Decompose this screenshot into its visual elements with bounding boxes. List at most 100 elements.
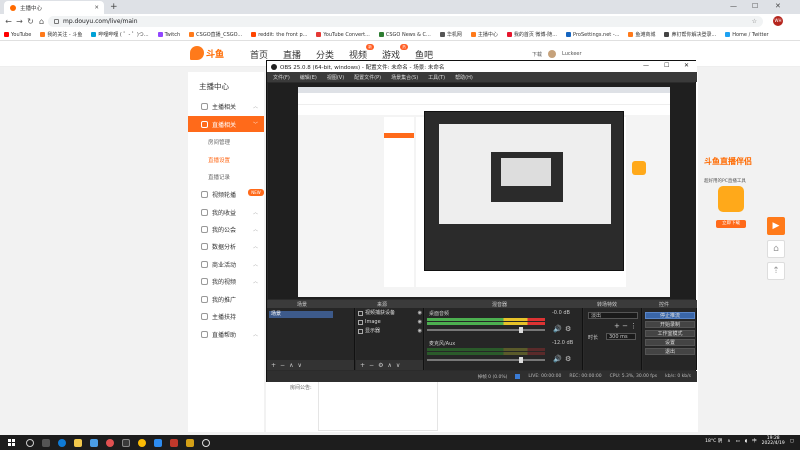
bookmark-item[interactable]: CSGO直播_CSGO... xyxy=(189,31,242,38)
remove-icon[interactable]: − xyxy=(369,362,374,369)
maximize-icon[interactable]: ☐ xyxy=(752,2,758,10)
search-icon[interactable] xyxy=(26,438,34,447)
sidebar-item-help[interactable]: 直播帮助 ︿ xyxy=(188,326,264,342)
obs-preview[interactable] xyxy=(268,83,696,299)
bookmark-item[interactable]: 鼻钉帮你解决登录... xyxy=(664,31,716,38)
menu-file[interactable]: 文件(F) xyxy=(273,74,290,81)
chrome-icon[interactable] xyxy=(138,438,146,447)
menu-tools[interactable]: 工具(T) xyxy=(428,74,445,81)
eye-icon[interactable]: ◉ xyxy=(418,319,422,326)
volume-knob[interactable] xyxy=(519,357,523,363)
app-icon[interactable] xyxy=(170,438,178,447)
clock[interactable]: 19:28 2022/4/19 xyxy=(762,436,785,446)
bookmark-item[interactable]: 我的关注 - 斗鱼 xyxy=(40,31,82,38)
sidebar-sub-room[interactable]: 房间管理 xyxy=(208,138,230,146)
obs-maximize-icon[interactable]: ☐ xyxy=(664,62,669,69)
bookmark-item[interactable]: 哔哩哔哩 ( ゜- ゜)つ... xyxy=(91,31,149,38)
bookmark-item[interactable]: 主播中心 xyxy=(470,31,498,38)
move-down-icon[interactable]: ∨ xyxy=(297,362,301,369)
source-item[interactable]: 显示器 ◉ xyxy=(358,328,422,335)
home-icon[interactable]: ⌂ xyxy=(36,17,47,26)
live-float-icon[interactable]: ▶ xyxy=(767,217,785,235)
add-icon[interactable]: + xyxy=(271,362,276,369)
task-view-icon[interactable] xyxy=(42,438,50,447)
sidebar-item-live[interactable]: 直播相关 ﹀ xyxy=(188,116,264,132)
address-bar[interactable]: mp.douyu.com/live/main ☆ xyxy=(48,16,763,27)
obs-taskbar-icon[interactable] xyxy=(202,438,210,447)
volume-slider[interactable] xyxy=(427,359,545,361)
new-tab-icon[interactable]: + xyxy=(110,2,118,12)
game-icon[interactable] xyxy=(186,438,194,447)
bookmark-item[interactable]: YouTube Convert... xyxy=(316,32,370,38)
stop-streaming-button[interactable]: 停止推流 xyxy=(645,312,695,319)
companion-promo[interactable]: 斗鱼直播伴侣 超好用的PC直播工具 立即下载 xyxy=(700,150,760,230)
username[interactable]: Luckeer xyxy=(562,51,582,57)
volume-slider[interactable] xyxy=(427,329,545,331)
source-item[interactable]: Image ◉ xyxy=(358,319,422,326)
minimize-icon[interactable]: — xyxy=(730,2,737,10)
menu-help[interactable]: 帮助(H) xyxy=(455,74,473,81)
volume-icon[interactable]: ◖ xyxy=(745,439,747,444)
bookmark-star-icon[interactable]: ☆ xyxy=(752,18,757,25)
sidebar-sub-records[interactable]: 直播记录 xyxy=(208,173,230,181)
steam-icon[interactable] xyxy=(122,438,130,447)
forward-icon[interactable]: → xyxy=(14,17,25,26)
reload-icon[interactable]: ↻ xyxy=(25,17,36,26)
windows-start-icon[interactable] xyxy=(4,436,18,450)
bookmark-item[interactable]: 鱼滩商城 xyxy=(628,31,655,38)
bookmark-item[interactable]: 华机网 xyxy=(439,31,462,38)
netease-music-icon[interactable] xyxy=(106,438,114,447)
speaker-icon[interactable]: 🔊 xyxy=(553,355,562,363)
mail-icon[interactable] xyxy=(90,438,98,447)
bookmark-item[interactable]: Twitch xyxy=(157,32,180,38)
obs-close-icon[interactable]: ✕ xyxy=(684,62,689,69)
sidebar-item-business[interactable]: 商业活动 ︿ xyxy=(188,256,264,272)
move-down-icon[interactable]: ∨ xyxy=(396,362,400,369)
studio-mode-button[interactable]: 工作室模式 xyxy=(645,330,695,337)
source-item[interactable]: 视频捕获设备 ◉ xyxy=(358,310,422,317)
sidebar-sub-settings[interactable]: 直播设置 xyxy=(208,156,230,164)
sidebar-item-my-videos[interactable]: 我的视频 ︿ xyxy=(188,273,264,289)
back-icon[interactable]: ← xyxy=(3,17,14,26)
qq-icon[interactable] xyxy=(154,438,162,447)
network-icon[interactable]: ▭ xyxy=(736,439,740,444)
exit-button[interactable]: 退出 xyxy=(645,348,695,355)
input-language[interactable]: 中 xyxy=(752,438,757,444)
bookmark-item[interactable]: Home / Twitter xyxy=(725,32,769,38)
transition-select[interactable]: 淡出 xyxy=(588,312,638,319)
file-explorer-icon[interactable] xyxy=(74,438,82,447)
remove-icon[interactable]: − xyxy=(280,362,285,369)
sidebar-item-income[interactable]: 我的收益 ︿ xyxy=(188,204,264,220)
gear-icon[interactable]: ⚙ xyxy=(565,325,571,333)
edge-icon[interactable] xyxy=(58,438,66,447)
notification-icon[interactable]: ▢ xyxy=(790,439,794,444)
download-link[interactable]: 下载 xyxy=(532,51,542,58)
douyu-logo[interactable]: 斗鱼 xyxy=(190,44,230,62)
scene-item[interactable]: 场景 xyxy=(269,311,333,318)
eye-icon[interactable]: ◉ xyxy=(418,328,422,335)
speaker-icon[interactable]: 🔊 xyxy=(553,325,562,333)
sidebar-item-guild[interactable]: 我的公会 ︿ xyxy=(188,221,264,237)
tray-up-icon[interactable]: ∧ xyxy=(727,439,730,444)
duration-input[interactable]: 300 ms xyxy=(606,333,636,340)
sidebar-item-anchor[interactable]: 主播相关 ︿ xyxy=(188,98,264,114)
gear-icon[interactable]: ⚙ xyxy=(565,355,571,363)
menu-view[interactable]: 视图(V) xyxy=(327,74,344,81)
sidebar-item-promotion[interactable]: 我的推广 xyxy=(188,291,264,307)
volume-knob[interactable] xyxy=(519,327,523,333)
bookmark-item[interactable]: 我的首页 微博-随... xyxy=(506,31,557,38)
promo-download-button[interactable]: 立即下载 xyxy=(716,220,746,228)
obs-minimize-icon[interactable]: — xyxy=(643,62,649,69)
menu-edit[interactable]: 编辑(E) xyxy=(300,74,317,81)
move-up-icon[interactable]: ∧ xyxy=(289,362,293,369)
notice-textarea[interactable] xyxy=(318,381,438,431)
add-icon[interactable]: + xyxy=(360,362,365,369)
profile-avatar[interactable]: WH xyxy=(773,16,783,26)
move-up-icon[interactable]: ∧ xyxy=(387,362,391,369)
browser-tab[interactable]: 主播中心 ✕ xyxy=(4,1,104,14)
close-window-icon[interactable]: ✕ xyxy=(775,2,781,10)
bookmark-item[interactable]: ProSettings.net -... xyxy=(566,32,619,38)
transition-add-icon[interactable]: + − ⋮ xyxy=(614,322,637,330)
home-float-icon[interactable]: ⌂ xyxy=(767,240,785,258)
sidebar-item-analytics[interactable]: 数据分析 ︿ xyxy=(188,238,264,254)
